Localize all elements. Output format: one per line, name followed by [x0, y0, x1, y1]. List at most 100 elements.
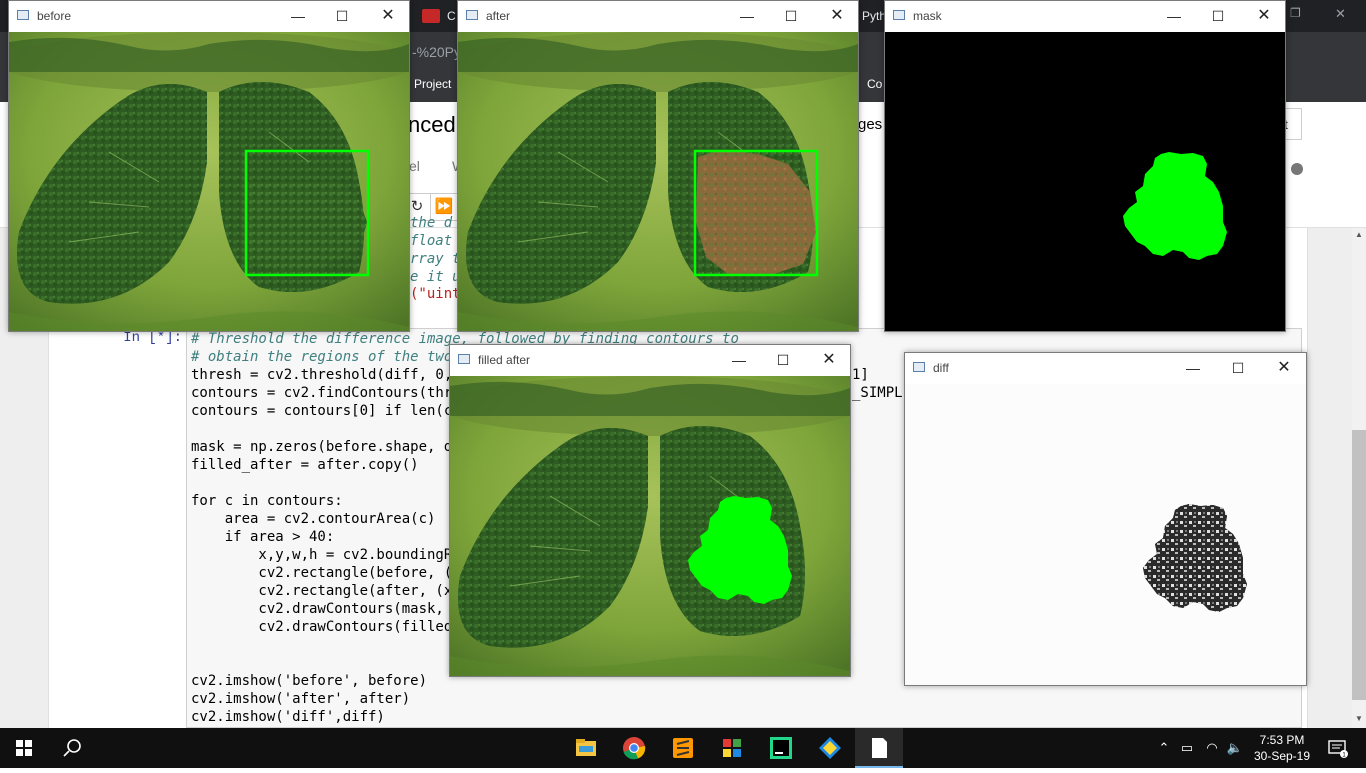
show-hidden-icons[interactable]: ⌃	[1153, 728, 1175, 768]
window-before[interactable]: before — ☐ ✕	[8, 0, 410, 332]
prev-code-line: e it u	[410, 269, 461, 285]
clock-time: 7:53 PM	[1259, 733, 1305, 747]
bookmark-co[interactable]: Co	[867, 77, 882, 91]
prev-code-line: ("uint	[410, 286, 461, 302]
wifi-icon[interactable]: ◠	[1201, 728, 1223, 768]
bookmark-project[interactable]: Project	[414, 77, 451, 91]
window-after[interactable]: after — ☐ ✕	[457, 0, 859, 332]
close-button[interactable]: ✕	[814, 1, 860, 31]
scroll-down-arrow[interactable]: ▼	[1352, 712, 1366, 726]
window-title: diff	[933, 361, 949, 375]
browser-close-icon[interactable]: ✕	[1335, 6, 1346, 22]
code-line: filled_after = after.copy()	[191, 457, 419, 473]
prev-code-line: float	[410, 233, 453, 249]
diff-image	[905, 384, 1306, 685]
git-tool-icon	[819, 737, 841, 759]
code-line: mask = np.zeros(before.shape, d	[191, 439, 453, 455]
maximize-button[interactable]: ☐	[768, 1, 814, 31]
notebook-title[interactable]: nced	[408, 112, 456, 138]
menu-kernel[interactable]: el	[409, 158, 420, 174]
code-line: cv2.rectangle(after, (x	[191, 583, 453, 599]
search-button[interactable]	[48, 728, 96, 768]
minimize-button[interactable]: —	[1151, 1, 1197, 31]
opencv-window-icon	[913, 362, 925, 372]
code-line: cv2.imshow('after', after)	[191, 691, 411, 707]
minimize-button[interactable]: —	[275, 1, 321, 31]
minimize-button[interactable]: —	[724, 1, 770, 31]
filled-after-image	[450, 376, 850, 676]
fast-forward-icon: ⏩	[434, 198, 454, 215]
opencv-window-icon	[466, 10, 478, 20]
code-line: cv2.drawContours(mask,	[191, 601, 444, 617]
taskbar-pycharm[interactable]	[757, 728, 805, 768]
scrollbar-thumb[interactable]	[1352, 430, 1366, 700]
close-button[interactable]: ✕	[1241, 1, 1287, 31]
minimize-button[interactable]: —	[1170, 353, 1216, 383]
window-mask[interactable]: mask — ☐ ✕	[884, 0, 1286, 332]
close-button[interactable]: ✕	[806, 345, 852, 375]
taskbar-git-tool[interactable]	[806, 728, 854, 768]
window-diff[interactable]: diff — ☐ ✕	[904, 352, 1307, 686]
code-line: # obtain the regions of the two	[191, 349, 453, 365]
code-line: cv2.imshow('diff',diff)	[191, 709, 385, 725]
maximize-button[interactable]: ☐	[760, 345, 806, 375]
browser-tab[interactable]: Pyth	[862, 0, 886, 32]
code-line: cv2.drawContours(filled	[191, 619, 453, 635]
window-title: mask	[913, 9, 942, 23]
window-titlebar[interactable]: after — ☐ ✕	[458, 1, 858, 31]
taskbar-notepad[interactable]	[855, 728, 903, 768]
browser-restore-icon[interactable]: ❐	[1290, 6, 1301, 20]
window-title: after	[486, 9, 511, 23]
code-line: contours = contours[0] if len(c	[191, 403, 453, 419]
maximize-button[interactable]: ☐	[1195, 1, 1241, 31]
notebook-checkpoint-text: ges	[858, 116, 883, 133]
window-titlebar[interactable]: mask — ☐ ✕	[885, 1, 1285, 31]
document-icon	[872, 738, 887, 758]
scroll-up-arrow[interactable]: ▲	[1352, 228, 1366, 242]
taskbar-chrome[interactable]	[610, 728, 658, 768]
code-line: if area > 40:	[191, 529, 335, 545]
taskbar-clock[interactable]: 7:53 PM 30-Sep-19	[1250, 732, 1314, 764]
action-center-button[interactable]: 1	[1322, 728, 1352, 768]
start-button[interactable]	[0, 728, 48, 768]
close-button[interactable]: ✕	[365, 1, 411, 31]
cell-prompt: In [*]:	[123, 330, 182, 346]
close-button[interactable]: ✕	[1261, 353, 1307, 383]
pycharm-icon	[770, 737, 792, 759]
prev-code-line: the d	[410, 215, 453, 231]
opencv-window-icon	[458, 354, 470, 364]
window-title: filled after	[478, 353, 531, 367]
after-image	[458, 32, 858, 331]
battery-icon[interactable]: ▭	[1176, 728, 1198, 768]
clock-date: 30-Sep-19	[1253, 749, 1311, 763]
code-line: cv2.imshow('before', before)	[191, 673, 428, 689]
volume-icon[interactable]: 🔈	[1224, 728, 1246, 768]
window-titlebar[interactable]: diff — ☐ ✕	[905, 353, 1306, 383]
window-titlebar[interactable]: before — ☐ ✕	[9, 1, 409, 31]
taskbar-sublime-text[interactable]	[659, 728, 707, 768]
maximize-button[interactable]: ☐	[1215, 353, 1261, 383]
taskbar-app-grid[interactable]	[708, 728, 756, 768]
code-line-fragment: _SIMPL	[852, 385, 903, 401]
browser-tab[interactable]: C	[447, 0, 456, 32]
window-filled-after[interactable]: filled after — ☐ ✕	[449, 344, 851, 677]
windows-logo-icon	[16, 740, 32, 756]
folder-icon	[576, 739, 596, 756]
minimize-button[interactable]: —	[716, 345, 762, 375]
window-title: before	[37, 9, 72, 23]
window-titlebar[interactable]: filled after — ☐ ✕	[450, 345, 850, 375]
code-line: thresh = cv2.threshold(diff, 0,	[191, 367, 453, 383]
opencv-window-icon	[893, 10, 905, 20]
url-text: -%20Py	[412, 44, 462, 60]
maximize-button[interactable]: ☐	[319, 1, 365, 31]
code-line: x,y,w,h = cv2.boundingR	[191, 547, 453, 563]
code-line-fragment: 1]	[852, 367, 869, 383]
mask-image	[885, 32, 1285, 331]
restart-icon: ↻	[410, 198, 424, 215]
search-icon	[63, 739, 81, 757]
opencv-window-icon	[17, 10, 29, 20]
code-line: for c in contours:	[191, 493, 343, 509]
taskbar-file-explorer[interactable]	[562, 728, 610, 768]
browser-tab-icon	[422, 9, 440, 23]
code-line: area = cv2.contourArea(c)	[191, 511, 436, 527]
